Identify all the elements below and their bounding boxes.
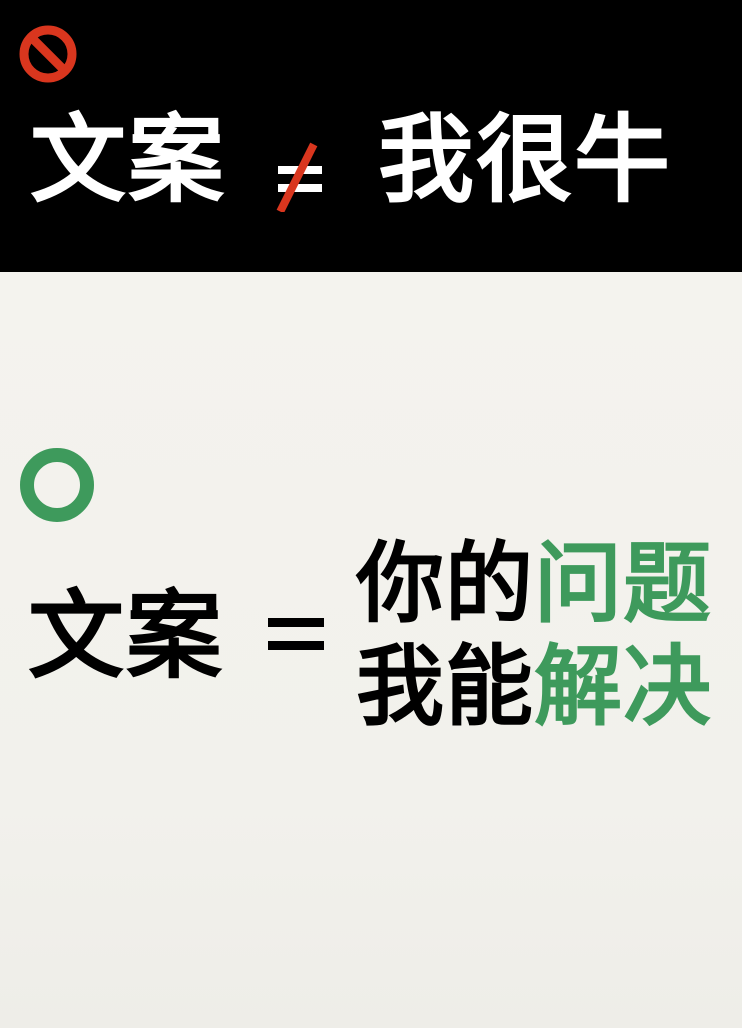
answer-line-1-green: 问题 bbox=[534, 532, 713, 635]
answer-line-2-green: 解决 bbox=[534, 635, 713, 738]
top-left-word: 文案 bbox=[30, 104, 226, 216]
answer-line-2-black: 我能 bbox=[356, 635, 535, 738]
circle-ok-icon bbox=[20, 448, 94, 522]
answer-line-1: 你的问题 bbox=[356, 540, 712, 628]
answer-line-1-black: 你的 bbox=[356, 532, 535, 635]
equal-sign bbox=[268, 614, 324, 654]
no-entry-icon bbox=[19, 25, 77, 83]
answer-line-2: 我能解决 bbox=[356, 643, 712, 731]
not-equal-sign bbox=[276, 142, 322, 212]
top-right-word: 我很牛 bbox=[378, 104, 672, 216]
bottom-left-word: 文案 bbox=[28, 580, 224, 692]
